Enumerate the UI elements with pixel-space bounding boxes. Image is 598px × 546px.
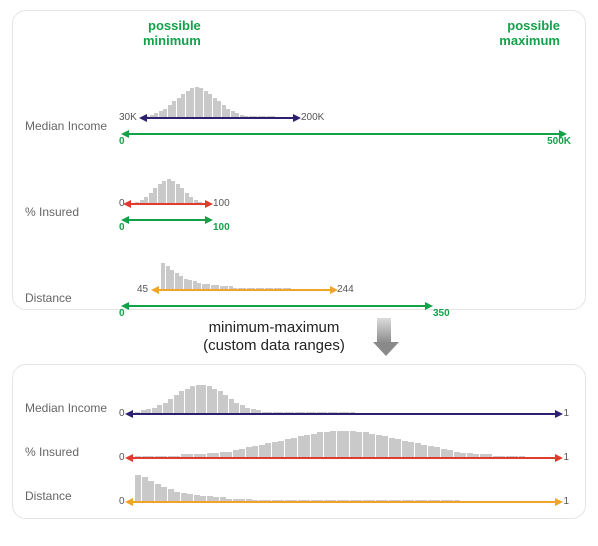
histogram	[145, 85, 275, 117]
min-label: 0	[119, 452, 125, 463]
row-label: Median Income	[25, 119, 121, 151]
row-label: % Insured	[25, 445, 121, 463]
data-max-label: 100	[213, 198, 230, 209]
row-distance: Distance 45 244 0 350	[25, 249, 567, 323]
row-label: Distance	[25, 291, 121, 323]
histogram	[135, 383, 355, 413]
row-distance-normalized: Distance 0 1	[25, 467, 567, 507]
range-headers: possible minimum possible maximum	[143, 19, 560, 49]
data-max-label: 244	[337, 284, 354, 295]
possible-max-label: 100	[213, 222, 230, 233]
possible-max-label: 500K	[547, 136, 571, 147]
possible-min-label: 0	[119, 136, 125, 147]
down-arrow-icon	[373, 318, 395, 356]
data-min-label: 45	[137, 284, 148, 295]
normalized-range-arrow	[131, 457, 557, 459]
possible-range-arrow	[127, 305, 427, 307]
min-label: 0	[119, 496, 125, 507]
possible-minimum-header: possible minimum	[143, 19, 201, 49]
normalized-range-arrow	[131, 501, 557, 503]
diagram-root: possible minimum possible maximum Median…	[0, 0, 598, 546]
max-label: 1	[563, 452, 569, 463]
min-label: 0	[119, 408, 125, 419]
possible-range-arrow	[127, 219, 207, 221]
row-median-income: Median Income 30K 200K 0 500K	[25, 77, 567, 151]
data-range-arrow	[145, 117, 295, 119]
row-label: % Insured	[25, 205, 121, 237]
possible-min-label: 0	[119, 222, 125, 233]
row-pct-insured: % Insured 0 100 0 100	[25, 163, 567, 237]
normalized-range-arrow	[131, 413, 557, 415]
max-label: 1	[563, 496, 569, 507]
possible-range-arrow	[127, 133, 561, 135]
histogram	[161, 261, 291, 289]
row-pct-insured-normalized: % Insured 0 1	[25, 423, 567, 463]
transform-caption: minimum-maximum (custom data ranges)	[203, 319, 345, 355]
histogram	[135, 177, 202, 203]
transform-caption-row: minimum-maximum (custom data ranges)	[12, 318, 586, 356]
data-min-label: 30K	[119, 112, 137, 123]
panel-before-normalization: possible minimum possible maximum Median…	[12, 10, 586, 310]
max-label: 1	[563, 408, 569, 419]
possible-maximum-header: possible maximum	[499, 19, 560, 49]
row-label: Distance	[25, 489, 121, 507]
data-range-arrow	[157, 289, 332, 291]
row-label: Median Income	[25, 401, 121, 419]
data-max-label: 200K	[301, 112, 324, 123]
possible-max-label: 350	[433, 308, 450, 319]
histogram	[135, 429, 553, 457]
caption-line-2: (custom data ranges)	[203, 337, 345, 355]
data-min-label: 0	[119, 198, 125, 209]
histogram	[135, 473, 553, 501]
data-range-arrow	[129, 203, 207, 205]
row-median-income-normalized: Median Income 0 1	[25, 379, 567, 419]
possible-min-label: 0	[119, 308, 125, 319]
panel-after-normalization: Median Income 0 1 % Insured 0 1 Distance	[12, 364, 586, 519]
